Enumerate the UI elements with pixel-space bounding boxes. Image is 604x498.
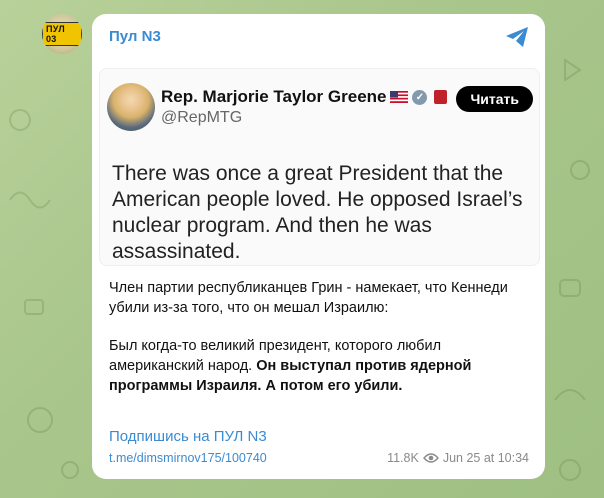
eye-icon bbox=[422, 453, 439, 463]
post-body: Член партии республиканцев Грин - намека… bbox=[109, 278, 529, 414]
tweet-author-avatar bbox=[107, 83, 155, 131]
read-button[interactable]: Читать bbox=[456, 86, 533, 112]
tweet-handle: @RepMTG bbox=[161, 109, 243, 126]
channel-avatar[interactable]: ПУЛ 03 bbox=[42, 14, 82, 54]
share-icon[interactable] bbox=[505, 26, 529, 48]
view-count: 11.8K bbox=[387, 451, 419, 465]
post-date: Jun 25 at 10:34 bbox=[442, 451, 529, 465]
tweet-author: Rep. Marjorie Taylor Greene ✓ bbox=[161, 87, 448, 107]
tweet-card: Rep. Marjorie Taylor Greene ✓ @RepMTG Чи… bbox=[99, 68, 540, 266]
message-bubble: Пул N3 Rep. Marjorie Taylor Greene ✓ @Re… bbox=[92, 14, 545, 479]
avatar-plate-text: ПУЛ 03 bbox=[42, 22, 82, 46]
tweet-text: There was once a great President that th… bbox=[112, 162, 523, 263]
post-meta: 11.8K Jun 25 at 10:34 bbox=[387, 451, 529, 465]
post-paragraph-2: Был когда-то великий президент, которого… bbox=[109, 336, 529, 396]
us-flag-icon bbox=[390, 91, 409, 103]
channel-name[interactable]: Пул N3 bbox=[109, 28, 161, 45]
congress-badge-icon bbox=[434, 90, 448, 104]
post-url-link[interactable]: t.me/dimsmirnov175/100740 bbox=[109, 451, 267, 465]
post-paragraph-1: Член партии республиканцев Грин - намека… bbox=[109, 280, 508, 316]
subscribe-link[interactable]: Подпишись на ПУЛ N3 bbox=[109, 428, 267, 445]
tweet-author-name: Rep. Marjorie Taylor Greene bbox=[161, 87, 387, 106]
verified-badge-icon: ✓ bbox=[412, 89, 428, 105]
